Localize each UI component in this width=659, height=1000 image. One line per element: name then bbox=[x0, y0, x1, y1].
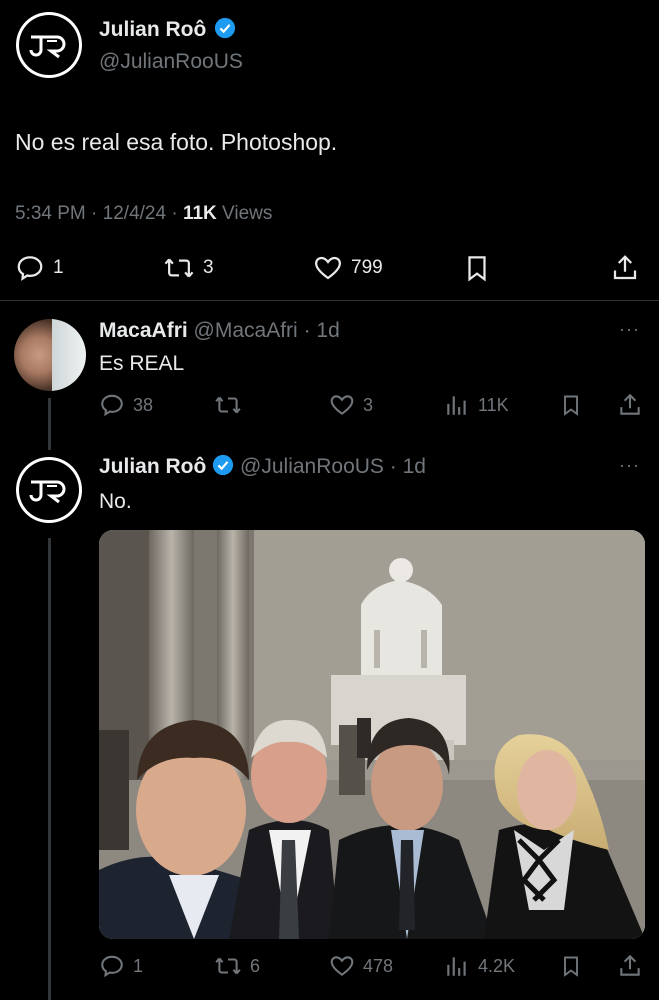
views-button[interactable]: 11K bbox=[444, 392, 509, 418]
reply-count: 38 bbox=[133, 394, 154, 415]
like-count: 3 bbox=[363, 394, 374, 415]
reply-count: 1 bbox=[53, 257, 64, 278]
reply-icon bbox=[101, 955, 123, 978]
like-button[interactable]: 799 bbox=[313, 253, 383, 283]
bookmark-button[interactable] bbox=[462, 253, 492, 283]
author-name[interactable]: Julian Roô bbox=[99, 455, 206, 478]
tweet-text: Es REAL bbox=[99, 352, 185, 375]
like-count: 478 bbox=[363, 955, 394, 976]
tweet-time[interactable]: 5:34 PM bbox=[15, 203, 86, 224]
reply-button[interactable]: 1 bbox=[15, 253, 64, 283]
like-button[interactable]: 478 bbox=[329, 953, 393, 979]
repost-icon bbox=[215, 396, 241, 414]
views-count: 4.2K bbox=[478, 955, 516, 976]
repost-icon bbox=[215, 957, 241, 975]
tweet-date[interactable]: 12/4/24 bbox=[103, 203, 166, 224]
repost-count: 6 bbox=[250, 955, 261, 976]
heart-icon bbox=[330, 956, 354, 976]
share-icon bbox=[620, 393, 640, 415]
lincoln-memorial-selfie-image bbox=[99, 530, 645, 939]
author-handle[interactable]: @JulianRooUS bbox=[99, 50, 243, 74]
heart-icon bbox=[330, 395, 354, 415]
views-button[interactable]: 4.2K bbox=[444, 953, 515, 979]
reply-button[interactable]: 38 bbox=[99, 392, 153, 418]
author-avatar[interactable] bbox=[14, 319, 86, 391]
share-button[interactable] bbox=[617, 953, 643, 979]
repost-icon bbox=[164, 258, 194, 278]
like-button[interactable]: 3 bbox=[329, 392, 373, 418]
views-chart-icon bbox=[447, 396, 466, 415]
author-name[interactable]: Julian Roô bbox=[99, 18, 206, 41]
tweet-photo[interactable] bbox=[99, 530, 645, 939]
reply-icon bbox=[17, 256, 43, 281]
thread-line bbox=[48, 538, 51, 1000]
views-chart-icon bbox=[447, 957, 466, 976]
author-handle[interactable]: @MacaAfri bbox=[194, 319, 298, 342]
repost-button[interactable]: 3 bbox=[163, 253, 214, 283]
reply-tweet-1: MacaAfri @MacaAfri · 1d ··· Es REAL 38 3… bbox=[0, 301, 659, 441]
tweet-age[interactable]: 1d bbox=[403, 455, 426, 478]
reply-icon bbox=[101, 394, 123, 417]
author-handle[interactable]: @JulianRooUS bbox=[240, 455, 384, 478]
author-avatar[interactable] bbox=[16, 12, 82, 78]
author-avatar[interactable] bbox=[16, 457, 82, 523]
reply-button[interactable]: 1 bbox=[99, 953, 143, 979]
share-icon bbox=[620, 954, 640, 976]
jr-logo-icon bbox=[29, 480, 66, 504]
repost-button[interactable]: 6 bbox=[214, 953, 260, 979]
share-icon bbox=[613, 255, 637, 280]
jr-logo-icon bbox=[29, 35, 66, 59]
reply-tweet-2: Julian Roô @JulianRooUS · 1d ··· No. 1 6… bbox=[0, 441, 659, 1000]
heart-icon bbox=[314, 256, 342, 280]
tweet-text: No es real esa foto. Photoshop. bbox=[15, 129, 338, 155]
bookmark-icon bbox=[564, 395, 578, 416]
tweet-age[interactable]: 1d bbox=[316, 319, 339, 342]
more-options-icon[interactable]: ··· bbox=[619, 455, 640, 476]
verified-badge-icon bbox=[213, 455, 234, 476]
repost-button[interactable] bbox=[214, 392, 242, 418]
repost-count: 3 bbox=[203, 257, 214, 278]
bookmark-icon bbox=[468, 256, 486, 282]
bookmark-button[interactable] bbox=[559, 953, 583, 979]
bookmark-button[interactable] bbox=[559, 392, 583, 418]
views-label: Views bbox=[222, 203, 273, 224]
reply-count: 1 bbox=[133, 955, 144, 976]
more-options-icon[interactable]: ··· bbox=[619, 319, 640, 340]
share-button[interactable] bbox=[617, 392, 643, 418]
verified-badge-icon bbox=[215, 18, 236, 39]
like-count: 799 bbox=[351, 257, 383, 278]
author-name[interactable]: MacaAfri bbox=[99, 319, 188, 342]
share-button[interactable] bbox=[610, 253, 640, 283]
main-tweet: Julian Roô @JulianRooUS No es real esa f… bbox=[0, 0, 659, 300]
tweet-text: No. bbox=[99, 490, 132, 513]
tweet-meta: 5:34 PM · 12/4/24 · 11K Views bbox=[15, 203, 273, 224]
views-count: 11K bbox=[182, 203, 217, 224]
bookmark-icon bbox=[564, 956, 578, 977]
views-count: 11K bbox=[478, 394, 509, 415]
